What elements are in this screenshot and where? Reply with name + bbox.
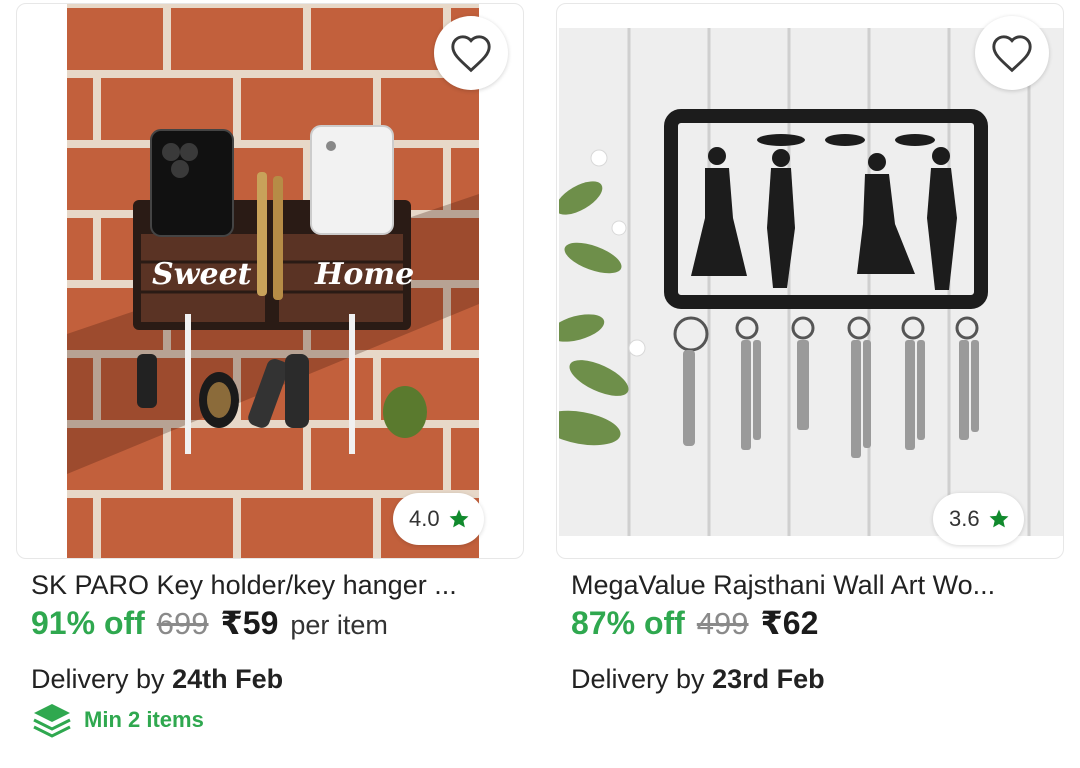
delivery-prefix: Delivery by [571, 664, 705, 694]
rating-value: 4.0 [409, 506, 440, 531]
heart-outline-icon [451, 35, 491, 73]
selling-price: ₹59 [220, 605, 279, 641]
rating-badge: 4.0 [393, 493, 484, 545]
price-row: 91% off 699 ₹59 per item [31, 604, 388, 642]
product-image-wall-art-key-holder[interactable] [559, 28, 1064, 536]
discount-label: 87% off [571, 605, 685, 641]
star-icon [989, 509, 1009, 528]
delivery-date: 24th Feb [172, 664, 284, 694]
product-image-key-holder[interactable]: Sweet Home [67, 4, 479, 559]
selling-price: ₹62 [760, 605, 819, 641]
stack-layers-icon [33, 704, 71, 738]
original-price: 499 [696, 606, 749, 641]
per-unit-label: per item [290, 610, 388, 640]
product-image-frame[interactable]: 3.6 [556, 3, 1064, 559]
wishlist-button[interactable] [975, 16, 1049, 90]
product-image-frame[interactable]: Sweet Home 4.0 [16, 3, 524, 559]
product-card-sk-paro[interactable]: Sweet Home 4.0 SK PARO Key holder/key ha… [16, 0, 524, 768]
heart-outline-icon [992, 35, 1032, 73]
original-price: 699 [156, 606, 209, 641]
delivery-info: Delivery by 23rd Feb [571, 664, 825, 695]
image-text-sweet: Sweet [152, 257, 252, 292]
rating-value: 3.6 [949, 506, 980, 531]
delivery-prefix: Delivery by [31, 664, 165, 694]
product-card-megavalue[interactable]: 3.6 MegaValue Rajsthani Wall Art Wo... 8… [556, 0, 1064, 768]
price-row: 87% off 499 ₹62 [571, 604, 818, 642]
rating-badge: 3.6 [933, 493, 1024, 545]
wishlist-button[interactable] [434, 16, 508, 90]
delivery-info: Delivery by 24th Feb [31, 664, 283, 695]
star-icon [449, 509, 469, 528]
min-items-label: Min 2 items [84, 707, 204, 732]
min-items-badge: Min 2 items [32, 700, 204, 740]
product-title[interactable]: MegaValue Rajsthani Wall Art Wo... [571, 570, 1041, 601]
image-text-home: Home [314, 257, 414, 292]
delivery-date: 23rd Feb [712, 664, 825, 694]
product-title[interactable]: SK PARO Key holder/key hanger ... [31, 570, 501, 601]
discount-label: 91% off [31, 605, 145, 641]
